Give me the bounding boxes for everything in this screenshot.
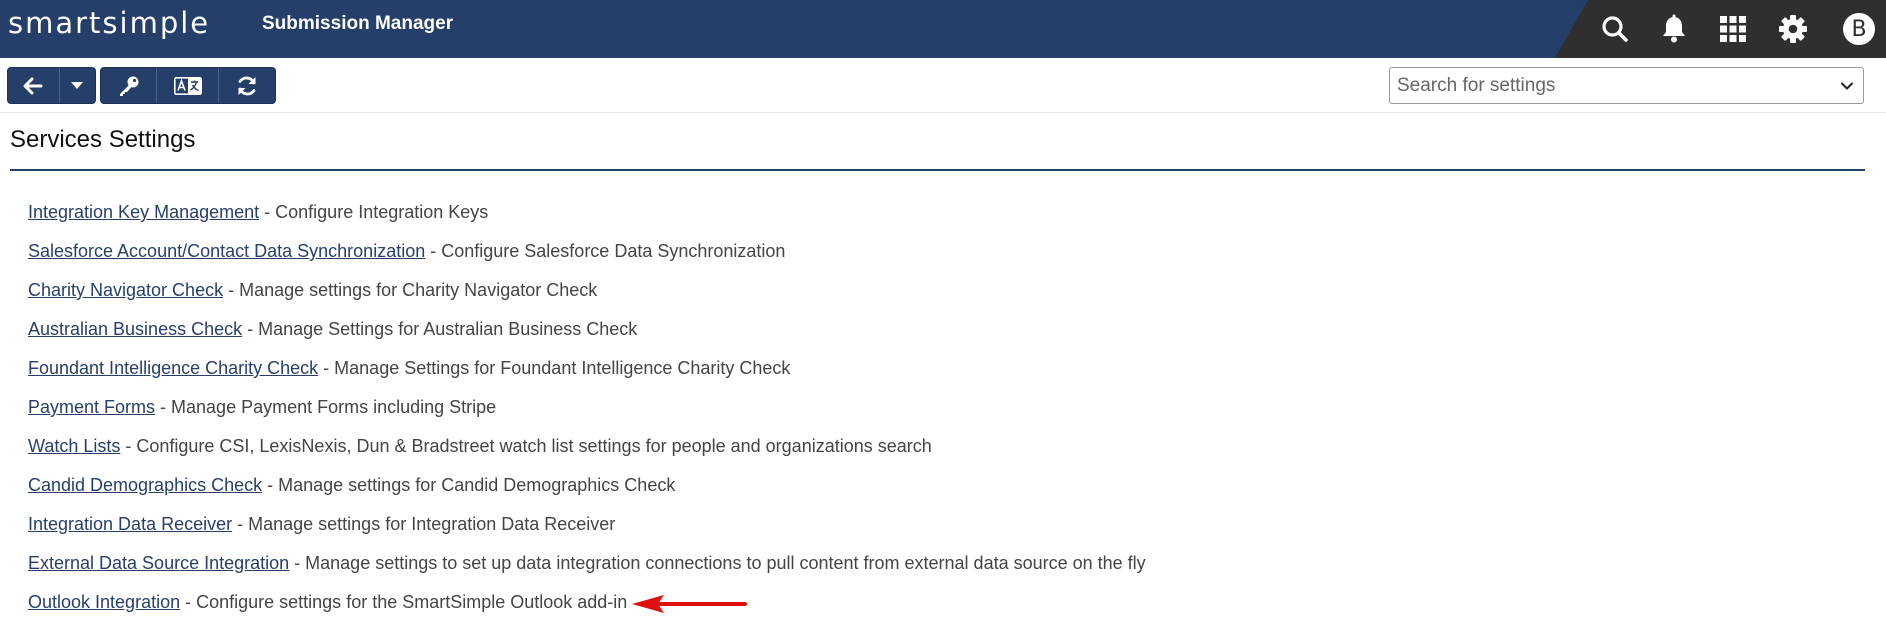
setting-description: - Manage Payment Forms including Stripe bbox=[155, 397, 497, 417]
back-arrow-icon bbox=[23, 77, 43, 94]
settings-search-select[interactable]: Search for settings bbox=[1389, 67, 1864, 104]
history-dropdown-button[interactable] bbox=[60, 68, 95, 103]
setting-description: - Manage settings to set up data integra… bbox=[289, 553, 1146, 573]
title-divider bbox=[10, 169, 1865, 171]
setting-description: - Configure settings for the SmartSimple… bbox=[180, 592, 628, 612]
setting-link-watch-lists[interactable]: Watch Lists bbox=[28, 436, 120, 456]
setting-link-candid-demographics-check[interactable]: Candid Demographics Check bbox=[28, 475, 262, 495]
list-item: Payment Forms - Manage Payment Forms inc… bbox=[28, 397, 1146, 436]
key-button[interactable] bbox=[101, 68, 158, 103]
setting-link-salesforce-sync[interactable]: Salesforce Account/Contact Data Synchron… bbox=[28, 241, 425, 261]
list-item: Australian Business Check - Manage Setti… bbox=[28, 319, 1146, 358]
setting-description: - Manage Settings for Australian Busines… bbox=[242, 319, 638, 339]
settings-list: Integration Key Management - Configure I… bbox=[28, 202, 1146, 631]
search-placeholder: Search for settings bbox=[1397, 74, 1556, 96]
list-item: Charity Navigator Check - Manage setting… bbox=[28, 280, 1146, 319]
tools-button-group bbox=[100, 67, 276, 104]
setting-description: - Configure Integration Keys bbox=[259, 202, 489, 222]
list-item: Outlook Integration - Configure settings… bbox=[28, 592, 1146, 631]
setting-description: - Manage settings for Integration Data R… bbox=[232, 514, 616, 534]
apps-grid-icon[interactable] bbox=[1712, 8, 1754, 50]
translate-button[interactable] bbox=[157, 68, 219, 103]
setting-link-australian-business-check[interactable]: Australian Business Check bbox=[28, 319, 242, 339]
app-title[interactable]: Submission Manager bbox=[262, 13, 453, 35]
chevron-down-icon bbox=[1841, 82, 1853, 90]
setting-description: - Manage Settings for Foundant Intellige… bbox=[318, 358, 791, 378]
refresh-icon bbox=[238, 76, 256, 95]
list-item: Candid Demographics Check - Manage setti… bbox=[28, 475, 1146, 514]
list-item: Integration Data Receiver - Manage setti… bbox=[28, 514, 1146, 553]
setting-link-charity-navigator-check[interactable]: Charity Navigator Check bbox=[28, 280, 223, 300]
setting-link-payment-forms[interactable]: Payment Forms bbox=[28, 397, 155, 417]
setting-description: - Configure CSI, LexisNexis, Dun & Brads… bbox=[120, 436, 932, 456]
refresh-button[interactable] bbox=[219, 68, 275, 103]
search-icon[interactable] bbox=[1594, 8, 1636, 50]
list-item: Integration Key Management - Configure I… bbox=[28, 202, 1146, 241]
user-avatar[interactable]: B bbox=[1838, 8, 1880, 50]
avatar-letter: B bbox=[1851, 16, 1867, 42]
list-item: External Data Source Integration - Manag… bbox=[28, 553, 1146, 592]
smartsimple-logo[interactable]: smartsimple bbox=[8, 6, 210, 40]
setting-description: - Manage settings for Charity Navigator … bbox=[223, 280, 598, 300]
translate-icon bbox=[173, 76, 202, 95]
list-item: Watch Lists - Configure CSI, LexisNexis,… bbox=[28, 436, 1146, 475]
setting-link-foundant-charity-check[interactable]: Foundant Intelligence Charity Check bbox=[28, 358, 318, 378]
page-title: Services Settings bbox=[10, 126, 196, 153]
setting-link-integration-data-receiver[interactable]: Integration Data Receiver bbox=[28, 514, 232, 534]
setting-link-outlook-integration[interactable]: Outlook Integration bbox=[28, 592, 180, 612]
list-item: Salesforce Account/Contact Data Synchron… bbox=[28, 241, 1146, 280]
annotation-arrow-icon bbox=[632, 595, 747, 613]
key-icon bbox=[119, 76, 139, 96]
gear-icon[interactable] bbox=[1772, 8, 1814, 50]
setting-description: - Configure Salesforce Data Synchronizat… bbox=[425, 241, 786, 261]
top-header: smartsimple Submission Manager B bbox=[0, 0, 1886, 58]
back-button[interactable] bbox=[8, 68, 60, 103]
list-item: Foundant Intelligence Charity Check - Ma… bbox=[28, 358, 1146, 397]
caret-down-icon bbox=[71, 82, 84, 89]
setting-link-integration-key-management[interactable]: Integration Key Management bbox=[28, 202, 259, 222]
setting-link-external-data-source[interactable]: External Data Source Integration bbox=[28, 553, 289, 573]
back-button-group bbox=[7, 67, 96, 104]
bell-icon[interactable] bbox=[1653, 8, 1695, 50]
setting-description: - Manage settings for Candid Demographic… bbox=[262, 475, 676, 495]
